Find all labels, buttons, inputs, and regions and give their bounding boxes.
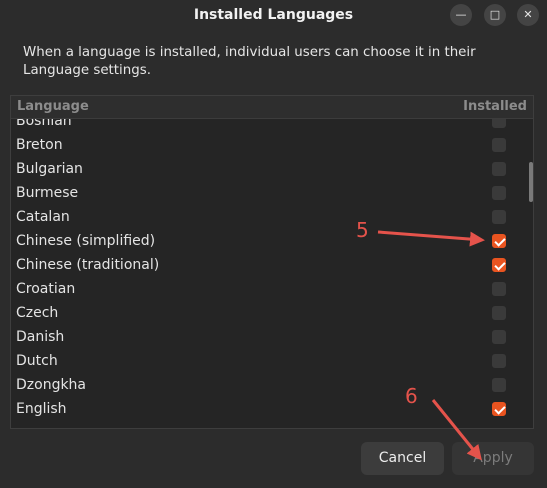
annotation-arrow-5 xyxy=(377,230,485,247)
annotation-step-6: 6 xyxy=(405,384,418,408)
annotation-step-5: 5 xyxy=(356,218,369,242)
annotation-arrows xyxy=(377,230,485,461)
annotation-arrow-6 xyxy=(431,399,482,461)
